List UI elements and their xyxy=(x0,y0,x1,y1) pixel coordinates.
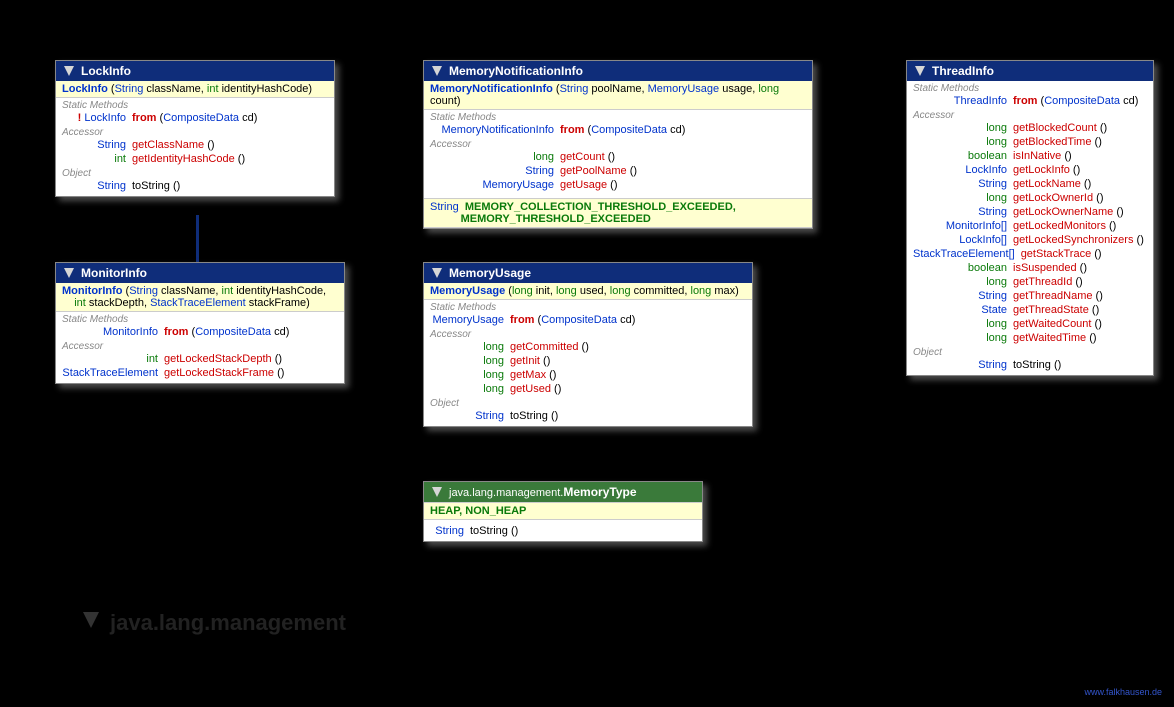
constructor: MonitorInfo (String className, int ident… xyxy=(56,283,344,312)
method-tostring: String toString () xyxy=(424,409,752,426)
method-getwaitedtime: longgetWaitedTime () xyxy=(907,331,1153,345)
package-label: java.lang.management xyxy=(80,609,346,637)
method-from: ThreadInfo from (CompositeData cd) xyxy=(907,94,1153,108)
class-header: MonitorInfo xyxy=(56,263,344,283)
method-from: MemoryNotificationInfo from (CompositeDa… xyxy=(424,123,812,137)
class-icon xyxy=(62,266,76,280)
method-getlockedstackdepth: int getLockedStackDepth () xyxy=(56,352,344,366)
class-icon xyxy=(62,64,76,78)
constructor: LockInfo (String className, int identity… xyxy=(56,81,334,98)
package-name: java.lang.management xyxy=(110,610,346,636)
section-static-methods: Static Methods xyxy=(56,98,334,111)
class-header: ThreadInfo xyxy=(907,61,1153,81)
method-from: ! LockInfo from (CompositeData cd) xyxy=(56,111,334,125)
class-icon xyxy=(430,266,444,280)
method-from: MonitorInfo from (CompositeData cd) xyxy=(56,325,344,339)
method-getlockedsynchronizers: LockInfo[]getLockedSynchronizers () xyxy=(907,233,1153,247)
section-accessor: Accessor xyxy=(424,137,812,150)
method-issuspended: booleanisSuspended () xyxy=(907,261,1153,275)
class-lockinfo: LockInfo LockInfo (String className, int… xyxy=(55,60,335,197)
method-getclassname: String getClassName () xyxy=(56,138,334,152)
method-getlockedmonitors: MonitorInfo[]getLockedMonitors () xyxy=(907,219,1153,233)
section-accessor: Accessor xyxy=(424,327,752,340)
section-object: Object xyxy=(424,396,752,409)
method-getusage: MemoryUsage getUsage () xyxy=(424,178,812,192)
method-getlockownername: StringgetLockOwnerName () xyxy=(907,205,1153,219)
method-getlockname: StringgetLockName () xyxy=(907,177,1153,191)
method-tostring: String toString () xyxy=(424,524,702,541)
class-header: MemoryNotificationInfo xyxy=(424,61,812,81)
section-accessor: Accessor xyxy=(56,125,334,138)
section-object: Object xyxy=(56,166,334,179)
method-getmax: longgetMax () xyxy=(424,368,752,382)
class-memorynotificationinfo: MemoryNotificationInfo MemoryNotificatio… xyxy=(423,60,813,229)
class-title: MemoryNotificationInfo xyxy=(449,64,583,78)
class-title: ThreadInfo xyxy=(932,64,994,78)
class-header: java.lang.management.MemoryType xyxy=(424,482,702,502)
method-getidentityhashcode: int getIdentityHashCode () xyxy=(56,152,334,166)
method-getcount: long getCount () xyxy=(424,150,812,164)
section-accessor: Accessor xyxy=(907,108,1153,121)
inheritance-connector xyxy=(196,215,199,265)
method-getblockedcount: longgetBlockedCount () xyxy=(907,121,1153,135)
enum-constants: HEAP, NON_HEAP xyxy=(424,502,702,520)
method-getlockinfo: LockInfogetLockInfo () xyxy=(907,163,1153,177)
section-static-methods: Static Methods xyxy=(907,81,1153,94)
class-threadinfo: ThreadInfo Static Methods ThreadInfo fro… xyxy=(906,60,1154,376)
method-getthreadid: longgetThreadId () xyxy=(907,275,1153,289)
method-getused: longgetUsed () xyxy=(424,382,752,396)
enum-icon xyxy=(430,485,444,499)
footer-link[interactable]: www.falkhausen.de xyxy=(1084,687,1162,697)
method-getthreadname: StringgetThreadName () xyxy=(907,289,1153,303)
method-getlockownerid: longgetLockOwnerId () xyxy=(907,191,1153,205)
method-from: MemoryUsage from (CompositeData cd) xyxy=(424,313,752,327)
method-getpoolname: String getPoolName () xyxy=(424,164,812,178)
method-getinit: longgetInit () xyxy=(424,354,752,368)
method-getwaitedcount: longgetWaitedCount () xyxy=(907,317,1153,331)
class-memoryusage: MemoryUsage MemoryUsage (long init, long… xyxy=(423,262,753,427)
section-static-methods: Static Methods xyxy=(56,312,344,325)
method-tostring: String toString () xyxy=(907,358,1153,375)
section-static-methods: Static Methods xyxy=(424,300,752,313)
package-icon xyxy=(80,609,102,637)
class-title: MemoryType xyxy=(563,485,636,499)
constants: String MEMORY_COLLECTION_THRESHOLD_EXCEE… xyxy=(424,198,812,228)
class-title: MonitorInfo xyxy=(81,266,147,280)
method-getstacktrace: StackTraceElement[]getStackTrace () xyxy=(907,247,1153,261)
method-getcommitted: longgetCommitted () xyxy=(424,340,752,354)
pkg-prefix: java.lang.management. xyxy=(449,487,563,499)
class-icon xyxy=(913,64,927,78)
class-header: LockInfo xyxy=(56,61,334,81)
section-object: Object xyxy=(907,345,1153,358)
constructor: MemoryUsage (long init, long used, long … xyxy=(424,283,752,300)
class-monitorinfo: MonitorInfo MonitorInfo (String classNam… xyxy=(55,262,345,384)
class-title: LockInfo xyxy=(81,64,131,78)
method-tostring: String toString () xyxy=(56,179,334,196)
section-static-methods: Static Methods xyxy=(424,110,812,123)
enum-memorytype: java.lang.management.MemoryType HEAP, NO… xyxy=(423,481,703,542)
constructor: MemoryNotificationInfo (String poolName,… xyxy=(424,81,812,110)
method-getthreadstate: StategetThreadState () xyxy=(907,303,1153,317)
method-getlockedstackframe: StackTraceElement getLockedStackFrame () xyxy=(56,366,344,383)
class-title: MemoryUsage xyxy=(449,266,531,280)
method-isinnative: booleanisInNative () xyxy=(907,149,1153,163)
class-header: MemoryUsage xyxy=(424,263,752,283)
class-icon xyxy=(430,64,444,78)
method-getblockedtime: longgetBlockedTime () xyxy=(907,135,1153,149)
section-accessor: Accessor xyxy=(56,339,344,352)
